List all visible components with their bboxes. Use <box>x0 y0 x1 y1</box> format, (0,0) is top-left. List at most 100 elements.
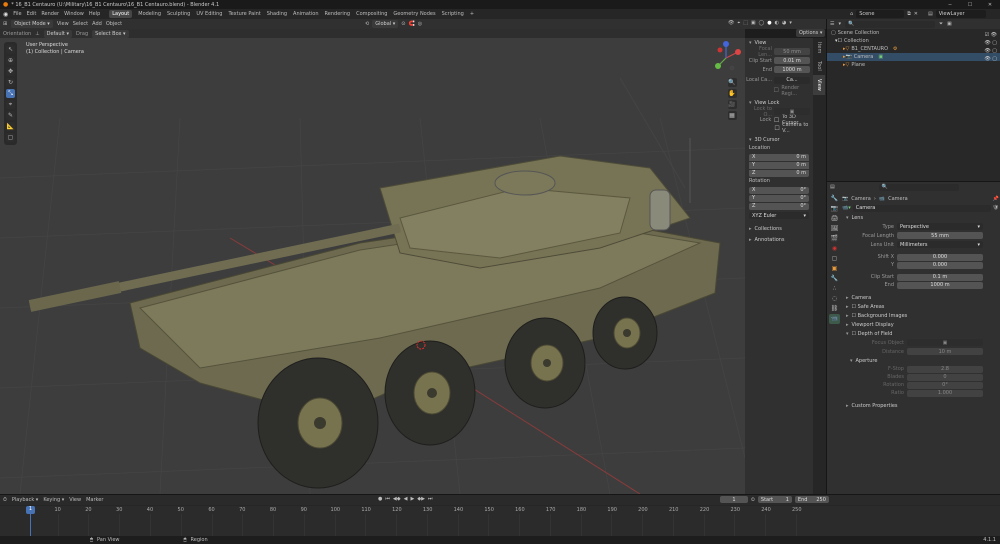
filter-icon[interactable]: ⏷ <box>939 21 943 27</box>
camera-view-icon[interactable]: 🎥 <box>727 100 737 109</box>
menu-window[interactable]: Window <box>64 11 84 17</box>
constraints-tab-icon[interactable]: ⛓ <box>829 304 840 314</box>
jump-start-icon[interactable]: ⏮ <box>385 496 390 502</box>
prev-key-icon[interactable]: ◀◆ <box>393 496 401 502</box>
section-background-images[interactable]: ☐ Background Images <box>842 311 999 320</box>
snap-icon[interactable]: 🧲 <box>408 21 414 27</box>
tab-sculpting[interactable]: Sculpting <box>167 11 190 17</box>
clock-icon[interactable]: ⏲ <box>751 497 755 503</box>
next-key-icon[interactable]: ◆▶ <box>417 496 425 502</box>
cursor-rot-x[interactable]: X 0° <box>745 186 813 194</box>
shift-y-field[interactable]: 0.000 <box>897 261 983 269</box>
section-lens[interactable]: Lens <box>842 213 999 222</box>
tab-item[interactable]: Item <box>813 38 825 57</box>
blender-menu-icon[interactable]: ◉ <box>3 11 8 18</box>
wireframe-shading-icon[interactable]: ◯ <box>759 20 765 26</box>
output-tab-icon[interactable]: 🖨 <box>829 214 840 224</box>
tab-uv-editing[interactable]: UV Editing <box>196 11 222 17</box>
shading-options-icon[interactable]: ▾ <box>789 20 792 26</box>
keying-menu[interactable]: Keying ▾ <box>43 497 64 503</box>
close-icon[interactable]: ✕ <box>980 2 1000 8</box>
tab-shading[interactable]: Shading <box>267 11 287 17</box>
zoom-icon[interactable]: 🔍 <box>727 78 737 87</box>
focus-object-field[interactable]: ▣ <box>907 339 983 346</box>
clip-start-field[interactable]: 0.01 m <box>774 57 810 64</box>
minimize-icon[interactable]: ─ <box>940 2 960 8</box>
modifier-tab-icon[interactable]: 🔧 <box>829 274 840 284</box>
cursor-loc-z[interactable]: Z0 m <box>745 169 813 177</box>
camera-datablock-icon[interactable]: 📹▾ <box>842 205 851 211</box>
section-3d-cursor[interactable]: 3D Cursor <box>745 135 813 144</box>
fstop-field[interactable]: 2.8 <box>907 365 983 373</box>
measure-tool-icon[interactable]: 📐 <box>6 122 15 131</box>
pivot-icon[interactable]: ⊙ <box>401 21 405 27</box>
camera-visibility-icon[interactable]: 👁 ▢ <box>979 47 997 55</box>
render-region-checkbox[interactable]: ☐ <box>773 87 779 94</box>
plane-visibility-icon[interactable]: 👁 ▢ <box>979 55 997 63</box>
outliner-item-b1-centauro[interactable]: B1_CENTAURO <box>851 46 888 52</box>
cursor-loc-x[interactable]: X0 m <box>745 153 813 161</box>
camera-data-tab-icon[interactable]: 📹 <box>829 314 840 324</box>
scene-collection-label[interactable]: Scene Collection <box>838 30 880 36</box>
solid-shading-icon[interactable]: ● <box>767 20 771 26</box>
new-collection-icon[interactable]: ▣ <box>947 21 952 27</box>
tank-model[interactable] <box>0 38 745 494</box>
viewlayer-selector[interactable]: ViewLayer <box>935 10 986 18</box>
focus-distance-field[interactable]: 10 m <box>907 348 983 355</box>
properties-search[interactable]: 🔍 <box>878 183 959 191</box>
menu-edit[interactable]: Edit <box>27 11 37 17</box>
editor-type-icon[interactable]: ⊞ <box>3 21 7 27</box>
menu-select[interactable]: Select <box>73 21 88 27</box>
menu-help[interactable]: Help <box>89 11 100 17</box>
section-aperture[interactable]: Aperture <box>842 356 999 365</box>
rendered-shading-icon[interactable]: ◕ <box>782 20 786 26</box>
fake-user-icon[interactable]: 🛡 <box>993 205 999 211</box>
tab-tool[interactable]: Tool <box>813 57 825 75</box>
proportional-icon[interactable]: ◎ <box>418 21 422 27</box>
scene-copy-icon[interactable]: ⧉ <box>907 11 911 17</box>
tab-scripting[interactable]: Scripting <box>442 11 464 17</box>
menu-add[interactable]: Add <box>92 21 102 27</box>
physics-tab-icon[interactable]: ◌ <box>829 294 840 304</box>
current-frame-field[interactable]: 1 <box>720 496 748 503</box>
timeline-view-menu[interactable]: View <box>69 497 81 503</box>
mode-selector[interactable]: Object Mode ▾ <box>11 20 53 28</box>
aperture-rotation-field[interactable]: 0° <box>907 381 983 389</box>
outliner-search[interactable]: 🔍 <box>845 20 935 28</box>
outliner-display-icon[interactable]: ▾ <box>838 21 841 27</box>
lens-unit-select[interactable]: Millimeters ▾ <box>897 241 983 248</box>
collection-label[interactable]: Collection <box>844 38 869 44</box>
rotate-tool-icon[interactable]: ↻ <box>6 78 15 87</box>
to-3d-cursor-checkbox[interactable]: ☐ <box>773 117 780 124</box>
section-custom-properties[interactable]: Custom Properties <box>842 401 999 410</box>
shift-x-field[interactable]: 0.000 <box>897 253 983 261</box>
annotate-tool-icon[interactable]: ✎ <box>6 111 15 120</box>
auto-key-icon[interactable]: ● <box>378 496 382 502</box>
overlay-icon[interactable]: ⬚ <box>743 20 748 26</box>
timeline-ruler[interactable]: 1102030405060708090100110120130140150160… <box>0 506 1000 537</box>
3d-viewport[interactable]: User Perspective (1) Collection | Camera… <box>0 38 745 494</box>
section-depth-of-field[interactable]: ☐ Depth of Field <box>842 329 999 338</box>
cursor-rot-z[interactable]: Z 0° <box>745 202 813 210</box>
clip-start-field[interactable]: 0.1 m <box>897 273 983 281</box>
xray-icon[interactable]: ▣ <box>751 20 756 26</box>
tab-view[interactable]: View <box>813 75 825 95</box>
transform-tool-icon[interactable]: ⌖ <box>6 100 15 109</box>
clip-end-field[interactable]: 1000 m <box>774 66 810 73</box>
transform-orientation-icon[interactable]: ⟲ <box>365 21 369 27</box>
timeline-editor-icon[interactable]: ⏱ <box>3 497 7 503</box>
drag-select[interactable]: Select Box ▾ <box>92 29 129 38</box>
timeline-marker-menu[interactable]: Marker <box>86 497 103 503</box>
camera-to-view-checkbox[interactable]: ☐ <box>774 125 780 132</box>
cursor-tool-icon[interactable]: ⊕ <box>6 56 15 65</box>
focal-length-field[interactable]: 50 mm <box>774 48 810 55</box>
section-safe-areas[interactable]: ☐ Safe Areas <box>842 302 999 311</box>
properties-editor-icon[interactable]: ▤ <box>830 184 835 190</box>
gizmo-icon[interactable]: ⌖ <box>737 20 740 26</box>
tab-compositing[interactable]: Compositing <box>356 11 387 17</box>
scale-tool-icon[interactable]: ⤡ <box>6 89 15 98</box>
move-tool-icon[interactable]: ✥ <box>6 67 15 76</box>
select-tool-icon[interactable]: ↖ <box>6 45 15 54</box>
render-tab-icon[interactable]: 📷 <box>829 204 840 214</box>
menu-render[interactable]: Render <box>41 11 59 17</box>
